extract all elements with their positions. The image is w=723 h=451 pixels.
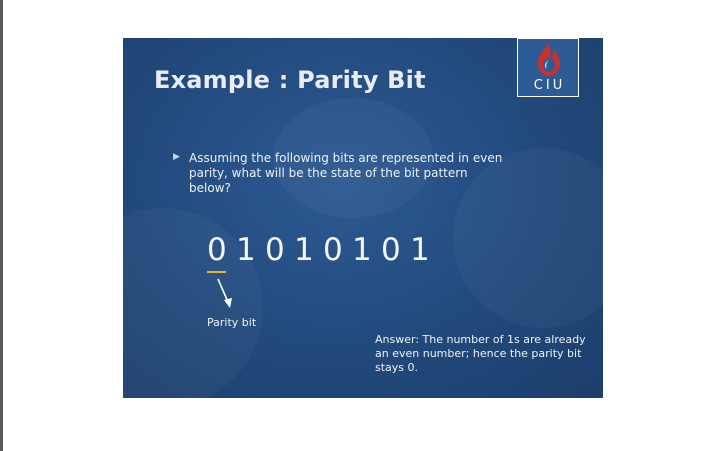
bit: 0 (207, 232, 227, 268)
bit: 1 (352, 232, 372, 268)
slide-title: Example : Parity Bit (154, 66, 426, 94)
triangle-right-icon: ▶ (173, 152, 180, 162)
ciu-logo: CIU (517, 38, 579, 97)
bit: 0 (381, 232, 401, 268)
bit: 1 (410, 232, 430, 268)
document-viewer: Example : Parity Bit CIU ▶ Assuming the … (0, 0, 723, 451)
bit: 1 (236, 232, 256, 268)
slide: Example : Parity Bit CIU ▶ Assuming the … (123, 38, 603, 398)
flame-logo-icon (538, 43, 560, 76)
logo-text: CIU (533, 78, 566, 93)
answer-text: Answer: The number of 1s are already an … (375, 333, 586, 374)
bit: 0 (265, 232, 285, 268)
bullet-text: Assuming the following bits are represen… (189, 151, 503, 195)
viewer-left-edge (0, 0, 3, 451)
bit: 0 (323, 232, 343, 268)
arrow-down-icon (217, 278, 232, 308)
bit: 1 (294, 232, 314, 268)
bit-pattern: 01010101 (207, 230, 439, 270)
parity-bit-label: Parity bit (207, 316, 257, 329)
parity-bit-underline (207, 271, 226, 273)
